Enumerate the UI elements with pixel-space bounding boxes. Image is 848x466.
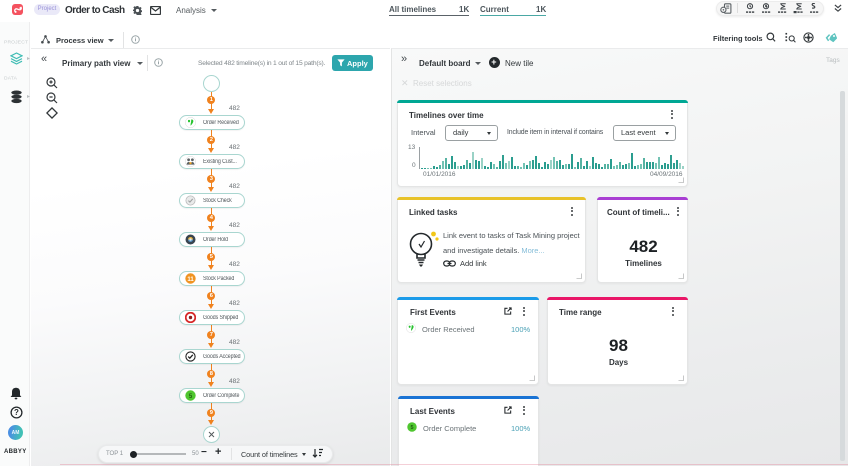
svg-text:5: 5 — [410, 425, 413, 431]
svg-text:11: 11 — [187, 277, 194, 283]
svg-text:?: ? — [14, 408, 19, 417]
